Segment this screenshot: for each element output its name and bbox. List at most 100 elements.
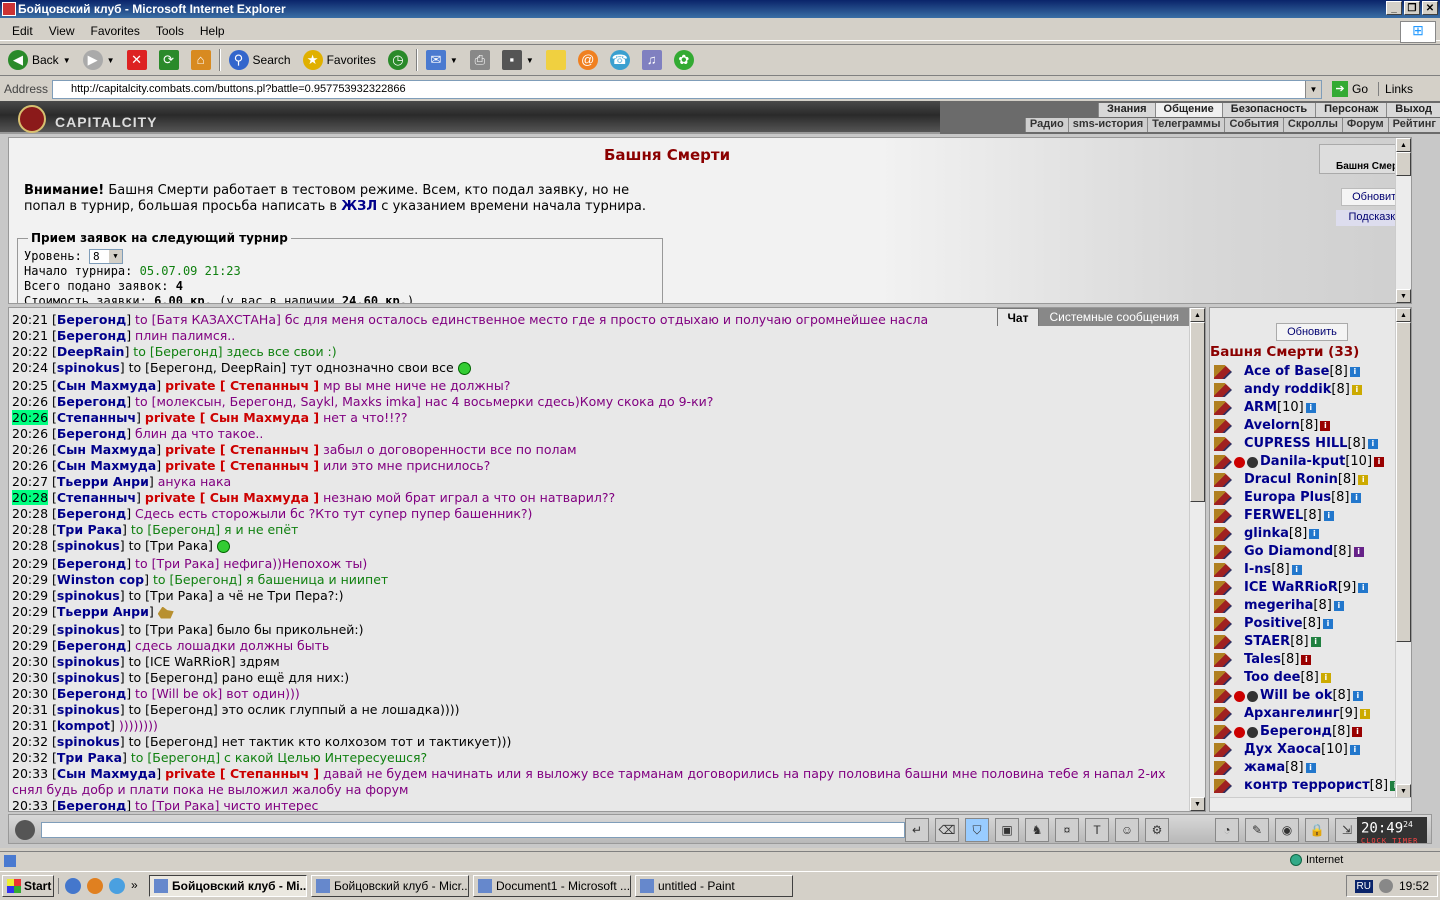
user-name[interactable]: контр террорист	[1244, 777, 1370, 795]
chat-time[interactable]: 20:21	[12, 312, 48, 327]
chat-time[interactable]: 20:28	[12, 506, 48, 521]
room-hscrollbar[interactable]	[1210, 797, 1411, 811]
user-name[interactable]: FERWEL	[1244, 507, 1303, 525]
private-message-icon[interactable]	[1214, 473, 1232, 487]
chat-time[interactable]: 20:29	[12, 572, 48, 587]
info-icon[interactable]: i	[1352, 727, 1363, 737]
tray-app-icon[interactable]	[1378, 879, 1393, 893]
private-message-icon[interactable]	[1214, 725, 1232, 739]
chat-author[interactable]: [Сын Махмуда]	[52, 766, 161, 781]
chat-author[interactable]: [kompot]	[52, 718, 115, 733]
private-message-icon[interactable]	[1214, 545, 1232, 559]
zhzl-link[interactable]: ЖЗЛ	[341, 199, 377, 214]
chat-input[interactable]	[41, 822, 905, 838]
info-icon[interactable]: i	[1358, 583, 1369, 593]
chat-scrollbar[interactable]: ▲ ▼	[1189, 308, 1205, 811]
chat-time[interactable]: 20:25	[12, 378, 48, 393]
address-dropdown-icon[interactable]: ▼	[1305, 80, 1321, 98]
chat-time[interactable]: 20:26	[12, 426, 48, 441]
nav-radio[interactable]: Радио	[1024, 118, 1068, 132]
stop-button[interactable]: ✕	[123, 48, 151, 72]
chat-author[interactable]: [Сын Махмуда]	[52, 378, 161, 393]
private-tag[interactable]: private [ Степанныч ]	[165, 378, 319, 393]
refresh-button[interactable]: ⟳	[155, 48, 183, 72]
chat-time[interactable]: 20:32	[12, 734, 48, 749]
mail-button[interactable]: ✉ ▼	[422, 48, 462, 72]
nav-knowledge[interactable]: Знания	[1098, 103, 1155, 117]
info-icon[interactable]: i	[1320, 421, 1331, 431]
scroll-up-icon[interactable]: ▲	[1396, 138, 1411, 152]
user-name[interactable]: Go Diamond	[1244, 543, 1333, 561]
chat-author[interactable]: [Тьерри Анри]	[52, 604, 154, 619]
private-tag[interactable]: private [ Степанныч ]	[165, 458, 319, 473]
private-message-icon[interactable]	[1214, 365, 1232, 379]
private-message-icon[interactable]	[1214, 671, 1232, 685]
user-name[interactable]: STAER	[1244, 633, 1290, 651]
go-button[interactable]: ➔ Go	[1326, 81, 1374, 97]
chat-time[interactable]: 20:31	[12, 718, 48, 733]
scroll-up-icon[interactable]: ▲	[1190, 308, 1205, 322]
user-name[interactable]: Will be ok	[1260, 687, 1332, 705]
nav-exit[interactable]: Выход	[1386, 103, 1440, 117]
bag-icon[interactable]: ◔	[1215, 818, 1239, 842]
info-icon[interactable]: i	[1351, 385, 1362, 395]
chat-time[interactable]: 20:22	[12, 344, 48, 359]
chat-author[interactable]: [Степанныч]	[52, 490, 141, 505]
user-name[interactable]: Too dee	[1244, 669, 1300, 687]
info-icon[interactable]: i	[1359, 709, 1370, 719]
scroll-down-icon[interactable]: ▼	[1190, 797, 1205, 811]
home-button[interactable]: ⌂	[187, 48, 215, 72]
favorites-button[interactable]: ★ Favorites	[299, 48, 380, 72]
back-button[interactable]: ◀ Back ▼	[4, 48, 75, 72]
info-icon[interactable]: i	[1291, 565, 1302, 575]
chat-author[interactable]: [Сын Махмуда]	[52, 458, 161, 473]
private-message-icon[interactable]	[1214, 437, 1232, 451]
chat-time[interactable]: 20:26	[12, 394, 48, 409]
icq-button[interactable]: ✿	[670, 48, 698, 72]
chat-time[interactable]: 20:28	[12, 522, 48, 537]
user-name[interactable]: I-ns	[1244, 561, 1271, 579]
exit-icon[interactable]: ⇲	[1335, 818, 1359, 842]
nav-forum[interactable]: Форум	[1341, 118, 1388, 132]
notes-button[interactable]	[542, 48, 570, 72]
chat-author[interactable]: [Сын Махмуда]	[52, 442, 161, 457]
close-button[interactable]: ✕	[1422, 1, 1438, 15]
media-button[interactable]: ♫	[638, 48, 666, 72]
scroll-down-icon[interactable]: ▼	[1396, 784, 1411, 798]
info-icon[interactable]: i	[1305, 403, 1316, 413]
lock-icon[interactable]: 🔒	[1305, 818, 1329, 842]
private-message-icon[interactable]	[1214, 653, 1232, 667]
chat-author[interactable]: [spinokus]	[52, 588, 125, 603]
nav-security[interactable]: Безопасность	[1221, 103, 1316, 117]
nav-scrolls[interactable]: Скроллы	[1282, 118, 1342, 132]
trade-icon[interactable]: ¤	[1055, 818, 1079, 842]
scroll-up-icon[interactable]: ▲	[1396, 308, 1411, 322]
private-message-icon[interactable]	[1214, 779, 1232, 793]
user-name[interactable]: ARM	[1244, 399, 1277, 417]
spy-icon[interactable]: ◉	[1275, 818, 1299, 842]
chat-time[interactable]: 20:21	[12, 328, 48, 343]
start-button[interactable]: Start	[2, 875, 54, 897]
user-name[interactable]: megeriha	[1244, 597, 1313, 615]
chat-time[interactable]: 20:24	[12, 360, 48, 375]
chat-time[interactable]: 20:33	[12, 766, 48, 781]
user-name[interactable]: Europa Plus	[1244, 489, 1331, 507]
user-name[interactable]: glinka	[1244, 525, 1289, 543]
room-scrollbar[interactable]: ▲ ▼	[1395, 308, 1411, 798]
private-message-icon[interactable]	[1214, 383, 1232, 397]
menu-tools[interactable]: Tools	[148, 21, 192, 40]
private-message-icon[interactable]	[1214, 581, 1232, 595]
chat-author[interactable]: [Степанныч]	[52, 410, 141, 425]
chat-time[interactable]: 20:29	[12, 588, 48, 603]
filter-icon[interactable]: ⛉	[965, 818, 989, 842]
restore-button[interactable]: ❐	[1404, 1, 1420, 15]
info-icon[interactable]: i	[1351, 493, 1362, 503]
info-icon[interactable]: i	[1309, 529, 1320, 539]
chat-time[interactable]: 20:26	[12, 410, 49, 425]
user-name[interactable]: andy roddik	[1244, 381, 1331, 399]
menu-favorites[interactable]: Favorites	[82, 21, 147, 40]
nav-rating[interactable]: Рейтинг	[1387, 118, 1440, 132]
info-icon[interactable]: i	[1305, 763, 1316, 773]
chat-author[interactable]: [Берегонд]	[52, 328, 131, 343]
chat-time[interactable]: 20:32	[12, 750, 48, 765]
